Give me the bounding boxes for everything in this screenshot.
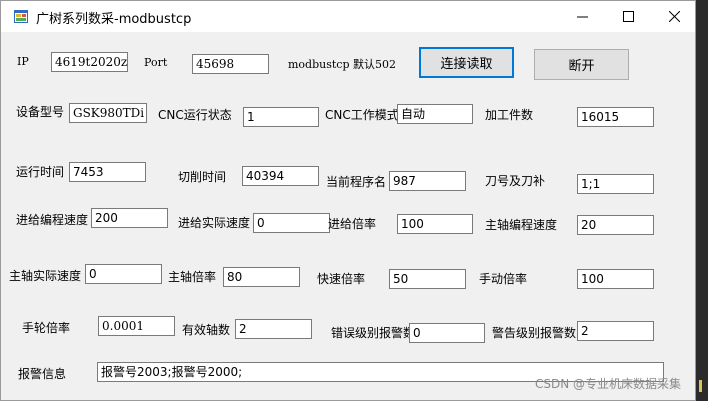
disconnect-button[interactable]: 断开 xyxy=(534,49,629,80)
error-alarm-count-label: 错误级别报警数 xyxy=(331,326,416,340)
device-model-field[interactable]: GSK980TDi xyxy=(69,103,147,123)
cnc-run-state-field[interactable]: 1 xyxy=(243,107,319,127)
run-time-field[interactable]: 7453 xyxy=(69,162,146,182)
tool-offset-field[interactable]: 1;1 xyxy=(577,174,654,194)
minimize-button[interactable] xyxy=(559,1,605,32)
spindle-prog-speed-field[interactable]: 20 xyxy=(577,215,654,235)
feed-prog-speed-label: 进给编程速度 xyxy=(16,213,89,227)
error-alarm-count-field[interactable]: 0 xyxy=(409,323,485,343)
title-bar: 广树系列数采-modbustcp xyxy=(1,1,695,32)
warning-alarm-count-field[interactable]: 2 xyxy=(577,321,654,341)
feed-actual-speed-field[interactable]: 0 xyxy=(253,213,330,233)
spindle-override-label: 主轴倍率 xyxy=(168,270,217,284)
handwheel-override-label: 手轮倍率 xyxy=(22,321,71,335)
window-title: 广树系列数采-modbustcp xyxy=(36,12,192,27)
feed-prog-speed-field[interactable]: 200 xyxy=(91,208,168,228)
part-count-field[interactable]: 16015 xyxy=(577,107,654,127)
app-window: 广树系列数采-modbustcp IP 4619t2020z.z Port 45… xyxy=(0,0,696,401)
manual-override-label: 手动倍率 xyxy=(479,272,528,286)
cut-time-label: 切削时间 xyxy=(178,170,227,184)
feed-actual-speed-label: 进给实际速度 xyxy=(178,216,251,230)
device-model-label: 设备型号 xyxy=(16,105,65,119)
background-edge-mark xyxy=(699,380,702,392)
spindle-prog-speed-label: 主轴编程速度 xyxy=(485,218,558,232)
port-input[interactable]: 45698 xyxy=(192,54,269,74)
program-name-label: 当前程序名 xyxy=(326,175,387,189)
rapid-override-label: 快速倍率 xyxy=(317,272,366,286)
cut-time-field[interactable]: 40394 xyxy=(242,166,319,186)
close-icon xyxy=(668,11,680,22)
program-name-field[interactable]: 987 xyxy=(389,171,466,191)
feed-override-label: 进给倍率 xyxy=(328,217,377,231)
rapid-override-field[interactable]: 50 xyxy=(389,269,466,289)
manual-override-field[interactable]: 100 xyxy=(577,269,654,289)
app-icon xyxy=(14,10,28,23)
active-axes-field[interactable]: 2 xyxy=(235,319,312,339)
tool-offset-label: 刀号及刀补 xyxy=(485,174,546,188)
cnc-work-mode-field[interactable]: 自动 xyxy=(397,104,473,124)
minimize-icon xyxy=(576,16,588,18)
cnc-run-state-label: CNC运行状态 xyxy=(158,108,232,122)
maximize-button[interactable] xyxy=(605,1,651,32)
close-button[interactable] xyxy=(651,1,695,32)
cnc-work-mode-label: CNC工作模式 xyxy=(325,108,399,122)
part-count-label: 加工件数 xyxy=(485,108,534,122)
run-time-label: 运行时间 xyxy=(16,165,65,179)
connect-button[interactable]: 连接读取 xyxy=(419,47,514,78)
ip-input[interactable]: 4619t2020z.z xyxy=(51,52,128,72)
alarm-info-label: 报警信息 xyxy=(18,367,67,381)
warning-alarm-count-label: 警告级别报警数 xyxy=(492,326,577,340)
port-label: Port xyxy=(144,56,168,69)
spindle-actual-speed-label: 主轴实际速度 xyxy=(9,269,82,283)
spindle-override-field[interactable]: 80 xyxy=(223,267,300,287)
maximize-icon xyxy=(622,11,634,22)
handwheel-override-field[interactable]: 0.0001 xyxy=(98,316,175,336)
active-axes-label: 有效轴数 xyxy=(182,323,231,337)
spindle-actual-speed-field[interactable]: 0 xyxy=(85,264,162,284)
feed-override-field[interactable]: 100 xyxy=(397,214,473,234)
ip-label: IP xyxy=(17,55,29,68)
watermark: CSDN @专业机床数据采集 xyxy=(534,377,681,391)
port-hint: modbustcp 默认502 xyxy=(288,58,396,71)
